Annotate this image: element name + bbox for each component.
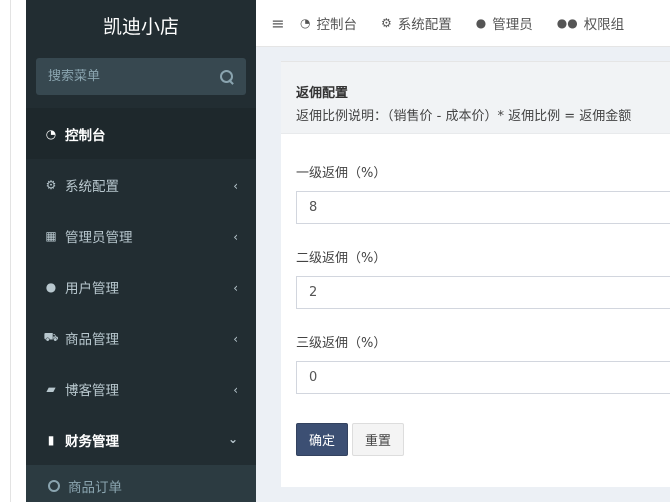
dashboard-icon: ◔ bbox=[300, 16, 311, 30]
level1-commission-label: 一级返佣（%） bbox=[296, 166, 387, 181]
circle-icon bbox=[48, 480, 60, 492]
book-icon: ▰ bbox=[46, 381, 56, 396]
level1-commission-input[interactable] bbox=[296, 191, 670, 224]
chevron-left-icon: ‹ bbox=[233, 281, 238, 295]
sidebar-item-blog-management[interactable]: ▰ 博客管理 ‹ bbox=[26, 363, 256, 414]
windows-icon: ▦ bbox=[45, 228, 57, 243]
chevron-left-icon: ‹ bbox=[233, 332, 238, 346]
top-navbar: ≡ ◔ 控制台 ⚙ 系统配置 ● 管理员 ●● 权限组 bbox=[256, 0, 670, 47]
topnav-label: 权限组 bbox=[583, 17, 625, 33]
topnav-item-permission-groups[interactable]: ●● 权限组 bbox=[557, 13, 624, 33]
gear-icon: ⚙ bbox=[380, 16, 392, 30]
sidebar-item-system-config[interactable]: ⚙ 系统配置 ‹ bbox=[26, 159, 256, 210]
sidebar-subitem-product-orders[interactable]: 商品订单 bbox=[26, 465, 256, 502]
sidebar-item-dashboard[interactable]: ◔ 控制台 bbox=[26, 108, 256, 159]
topnav-item-dashboard[interactable]: ◔ 控制台 bbox=[300, 13, 357, 33]
topnav-label: 控制台 bbox=[316, 17, 357, 33]
sidebar-item-finance-management[interactable]: ▮ 财务管理 ⌄ bbox=[26, 414, 256, 465]
sidebar-subitem-label: 商品订单 bbox=[68, 480, 122, 496]
topnav-label: 系统配置 bbox=[397, 17, 452, 33]
sidebar: 凯迪小店 ◔ 控制台 ⚙ 系统配置 ‹ ▦ 管理员管理 ‹ ● 用户管理 ‹ ⛟… bbox=[26, 0, 256, 502]
menu-toggle-icon[interactable]: ≡ bbox=[256, 14, 300, 33]
sidebar-item-label: 博客管理 bbox=[65, 382, 119, 399]
panel-title: 返佣配置 bbox=[296, 86, 349, 101]
level3-commission-input[interactable] bbox=[296, 361, 670, 394]
topnav-item-admins[interactable]: ● 管理员 bbox=[476, 13, 533, 33]
sidebar-item-label: 管理员管理 bbox=[65, 229, 133, 246]
brand-text: 凯迪小店 bbox=[102, 15, 179, 38]
bookmark-icon: ▮ bbox=[47, 432, 55, 447]
level1-commission-group: 一级返佣（%） bbox=[296, 162, 670, 224]
users-icon: ●● bbox=[556, 16, 578, 30]
commission-config-panel: 返佣配置 返佣比例说明：（销售价 - 成本价）* 返佣比例 = 返佣金额 一级返… bbox=[281, 61, 670, 487]
chevron-left-icon: ‹ bbox=[233, 179, 238, 193]
chevron-left-icon: ‹ bbox=[233, 383, 238, 397]
main-content: 返佣配置 返佣比例说明：（销售价 - 成本价）* 返佣比例 = 返佣金额 一级返… bbox=[256, 47, 670, 502]
sidebar-item-admin-management[interactable]: ▦ 管理员管理 ‹ bbox=[26, 210, 256, 261]
panel-description: 返佣比例说明：（销售价 - 成本价）* 返佣比例 = 返佣金额 bbox=[296, 109, 632, 124]
level2-commission-group: 二级返佣（%） bbox=[296, 247, 670, 309]
level3-commission-group: 三级返佣（%） bbox=[296, 332, 670, 394]
left-gutter bbox=[0, 0, 26, 502]
sidebar-search bbox=[36, 58, 246, 95]
chevron-down-icon: ⌄ bbox=[227, 432, 238, 446]
sidebar-item-label: 财务管理 bbox=[65, 433, 119, 450]
cart-icon: ⛟ bbox=[43, 329, 59, 344]
panel-header: 返佣配置 返佣比例说明：（销售价 - 成本价）* 返佣比例 = 返佣金额 bbox=[281, 62, 670, 134]
user-icon: ● bbox=[475, 16, 487, 30]
level3-commission-label: 三级返佣（%） bbox=[296, 336, 387, 351]
topnav-label: 管理员 bbox=[492, 17, 533, 33]
brand-logo[interactable]: 凯迪小店 bbox=[26, 0, 256, 50]
reset-button[interactable]: 重置 bbox=[352, 423, 404, 456]
sidebar-item-label: 商品管理 bbox=[65, 331, 119, 348]
level2-commission-label: 二级返佣（%） bbox=[296, 251, 387, 266]
search-icon[interactable] bbox=[220, 69, 234, 84]
level2-commission-input[interactable] bbox=[296, 276, 670, 309]
submit-button[interactable]: 确定 bbox=[296, 423, 348, 456]
menu-search-input[interactable] bbox=[48, 69, 220, 84]
cogs-icon: ⚙ bbox=[45, 177, 57, 192]
topnav-item-system-config[interactable]: ⚙ 系统配置 bbox=[381, 13, 452, 33]
sidebar-item-label: 用户管理 bbox=[65, 280, 119, 297]
sidebar-item-label: 控制台 bbox=[65, 127, 106, 144]
sidebar-item-user-management[interactable]: ● 用户管理 ‹ bbox=[26, 261, 256, 312]
chevron-left-icon: ‹ bbox=[233, 230, 238, 244]
sidebar-item-product-management[interactable]: ⛟ 商品管理 ‹ bbox=[26, 312, 256, 363]
sidebar-menu: ◔ 控制台 ⚙ 系统配置 ‹ ▦ 管理员管理 ‹ ● 用户管理 ‹ ⛟ 商品管理… bbox=[26, 108, 256, 502]
user-icon: ● bbox=[45, 279, 57, 294]
gutter-line bbox=[10, 0, 11, 502]
sidebar-item-label: 系统配置 bbox=[65, 178, 119, 195]
dashboard-icon: ◔ bbox=[45, 126, 57, 141]
